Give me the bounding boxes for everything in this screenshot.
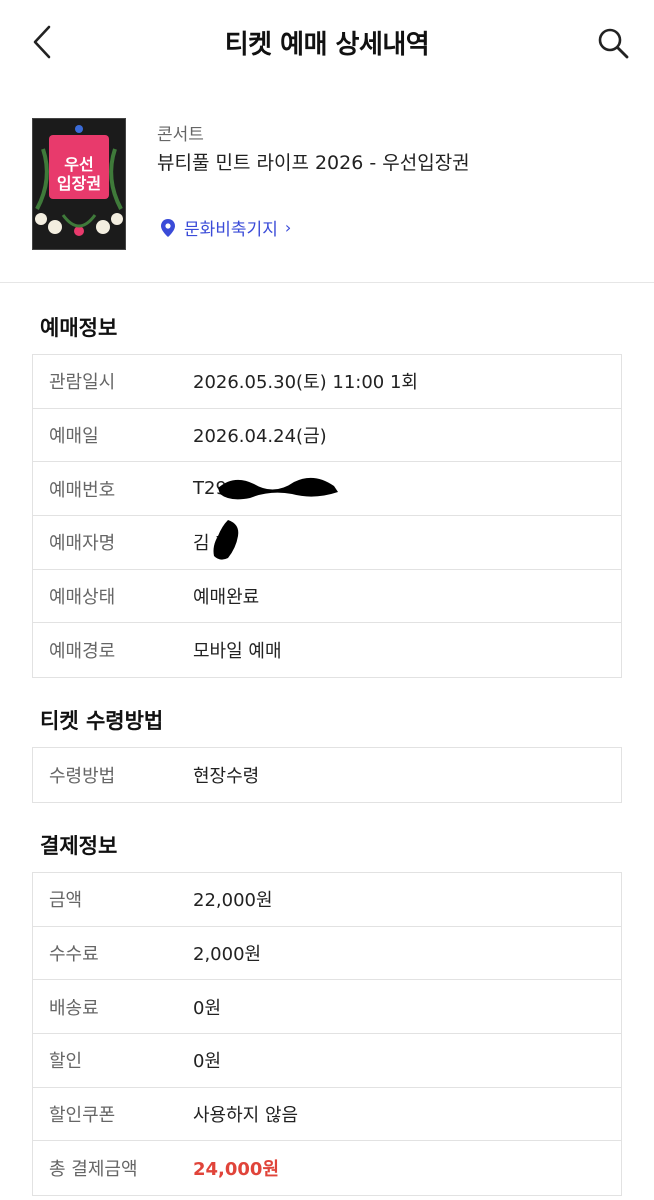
row-label: 예매상태 [49,587,116,609]
row-value: 모바일 예매 [193,641,282,663]
top-bar: 티켓 예매 상세내역 [0,0,654,84]
table-row: 예매경로 모바일 예매 [33,623,621,677]
row-value: 예매완료 [193,587,260,609]
search-icon [598,28,629,59]
poster-title: 우선 입장권 [33,155,125,193]
event-summary: 우선 입장권 콘서트 뷰티풀 민트 라이프 2026 - 우선입장권 문화비축기… [0,100,654,282]
reservation-section-title: 예매정보 [40,316,118,340]
row-value: 2026.04.24(금) [193,426,327,448]
row-label: 수수료 [49,944,99,966]
poster-title-line1: 우선 [64,155,94,174]
table-row: 예매자명 김 희 [33,516,621,570]
table-row: 수수료 2,000원 [33,927,621,981]
table-row: 금액 22,000원 [33,873,621,927]
event-poster[interactable]: 우선 입장권 [32,118,126,250]
row-label: 예매일 [49,426,99,448]
row-label: 예매번호 [49,479,116,501]
venue-link[interactable]: 문화비축기지 › [160,215,291,240]
row-label: 예매경로 [49,641,116,663]
table-row: 할인 0원 [33,1034,621,1088]
table-row: 총 결제금액 24,000원 [33,1141,621,1195]
payment-section-title: 결제정보 [40,834,118,858]
poster-title-line2: 입장권 [56,174,102,193]
row-label: 관람일시 [49,372,116,394]
row-value: 2,000원 [193,944,262,966]
chevron-right-icon: › [284,218,292,237]
reservation-number-value: T29 [193,478,227,500]
row-value: 사용하지 않음 [193,1105,299,1127]
receipt-section-title: 티켓 수령방법 [40,709,164,733]
row-label: 총 결제금액 [49,1159,138,1181]
row-label: 예매자명 [49,533,116,555]
table-row: 예매번호 T29 [33,462,621,517]
table-row: 예매상태 예매완료 [33,570,621,624]
booker-name-value: 김 희 [193,533,232,555]
location-pin-icon [161,218,175,237]
event-title: 뷰티풀 민트 라이프 2026 - 우선입장권 [157,152,470,174]
table-row: 배송료 0원 [33,980,621,1035]
search-button[interactable] [592,22,634,64]
row-value: 22,000원 [193,890,273,912]
row-value: 0원 [193,997,222,1019]
table-row: 관람일시 2026.05.30(토) 11:00 1회 [33,355,621,409]
section-divider [0,282,654,283]
row-value: 현장수령 [193,765,260,787]
event-category: 콘서트 [157,125,204,145]
row-label: 배송료 [49,997,99,1019]
reservation-table: 관람일시 2026.05.30(토) 11:00 1회 예매일 2026.04.… [32,354,622,679]
row-label: 금액 [49,890,83,912]
table-row: 수령방법 현장수령 [33,748,621,802]
row-label: 수령방법 [49,765,116,787]
row-value: 0원 [193,1051,222,1073]
row-value: 2026.05.30(토) 11:00 1회 [193,372,418,394]
table-row: 예매일 2026.04.24(금) [33,409,621,463]
payment-table: 금액 22,000원 수수료 2,000원 배송료 0원 할인 0원 할인쿠폰 … [32,872,622,1197]
venue-name: 문화비축기지 [184,220,278,240]
table-row: 할인쿠폰 사용하지 않음 [33,1088,621,1142]
row-label: 할인쿠폰 [49,1105,116,1127]
row-label: 할인 [49,1051,83,1073]
receipt-table: 수령방법 현장수령 [32,747,622,803]
page-title: 티켓 예매 상세내역 [224,30,430,60]
total-amount-value: 24,000원 [193,1159,280,1181]
